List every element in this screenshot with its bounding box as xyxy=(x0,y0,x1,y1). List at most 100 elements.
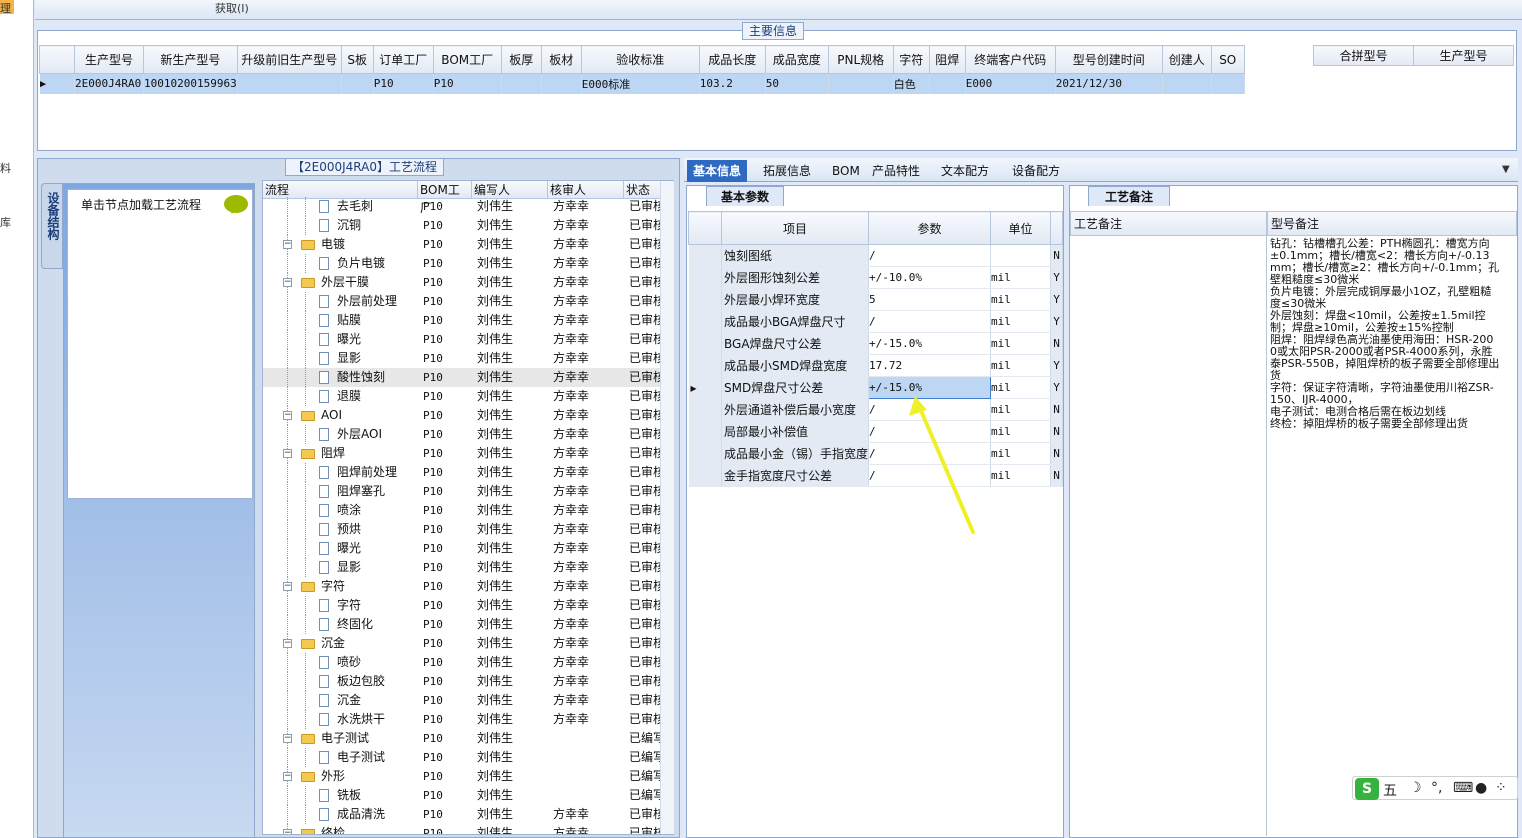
main-cell[interactable]: 2E000J4RA0 xyxy=(74,73,144,94)
tree-row[interactable]: 阻焊前处理 P10 刘伟生 方幸幸 已审核 xyxy=(263,463,663,482)
tree-row[interactable]: 外层前处理 P10 刘伟生 方幸幸 已审核 xyxy=(263,292,663,311)
left-nav-item[interactable]: 理 xyxy=(0,0,11,16)
tree-row[interactable]: 成品清洗 P10 刘伟生 方幸幸 已审核 xyxy=(263,805,663,824)
tree-col-header[interactable]: BOM工厂 xyxy=(418,181,472,215)
tree-col-header[interactable]: 流程 xyxy=(263,181,418,198)
param-row[interactable]: 成品最小金（锡）手指宽度 / mil N xyxy=(688,442,1064,465)
merge-col-header[interactable]: 合拼型号 xyxy=(1313,45,1414,66)
user-icon[interactable]: ● xyxy=(1475,780,1487,796)
main-cell[interactable] xyxy=(341,73,374,94)
notes-col-header[interactable]: 工艺备注 xyxy=(1070,211,1267,236)
merge-col-header[interactable]: 生产型号 xyxy=(1413,45,1514,66)
tree-row[interactable]: 预烘 P10 刘伟生 方幸幸 已审核 xyxy=(263,520,663,539)
tree-col-header[interactable]: 编写人 xyxy=(472,181,548,198)
collapse-icon[interactable]: − xyxy=(283,772,292,781)
main-cell[interactable] xyxy=(237,73,342,94)
tree-row[interactable]: 退膜 P10 刘伟生 方幸幸 已审核 xyxy=(263,387,663,406)
tab-text-recipe[interactable]: 文本配方 xyxy=(935,160,995,182)
param-col-header[interactable]: 单位 xyxy=(990,211,1052,245)
tab-extended-info[interactable]: 拓展信息 xyxy=(757,160,817,182)
main-col-header[interactable]: 板厚 xyxy=(500,45,542,74)
main-cell[interactable]: 2021/12/30 xyxy=(1055,73,1163,94)
collapse-icon[interactable]: − xyxy=(283,639,292,648)
param-row[interactable]: ▸ SMD焊盘尺寸公差 +/-15.0% mil Y xyxy=(688,376,1064,399)
main-col-header[interactable]: BOM工厂 xyxy=(432,45,502,74)
main-col-header[interactable]: 型号创建时间 xyxy=(1054,45,1163,74)
param-col-header[interactable]: 项目 xyxy=(720,211,870,245)
main-col-header[interactable]: 升级前旧生产型号 xyxy=(236,45,342,74)
param-row[interactable]: BGA焊盘尺寸公差 +/-15.0% mil N xyxy=(688,332,1064,355)
grid-icon[interactable]: ⁘ xyxy=(1495,780,1507,796)
main-col-header[interactable]: 终端客户代码 xyxy=(964,45,1056,74)
main-col-header[interactable]: 生产型号 xyxy=(74,45,144,74)
main-col-header[interactable]: 订单工厂 xyxy=(372,45,434,74)
tree-row[interactable]: − 外形 P10 刘伟生 已编写 xyxy=(263,767,663,786)
param-tab[interactable]: 基本参数 xyxy=(706,186,784,206)
param-row[interactable]: 成品最小SMD焊盘宽度 17.72 mil Y xyxy=(688,354,1064,377)
param-value[interactable]: +/-15.0% xyxy=(868,332,992,355)
ime-toolbar[interactable]: S 五 ☽ °, ⌨ ● ⁘ xyxy=(1352,776,1518,800)
left-nav-item[interactable]: 料 xyxy=(0,160,11,176)
notes-tab[interactable]: 工艺备注 xyxy=(1088,186,1170,206)
tree-row[interactable]: − 外层干膜 P10 刘伟生 方幸幸 已审核 xyxy=(263,273,663,292)
tree-col-header[interactable]: 核审人 xyxy=(548,181,624,198)
collapse-icon[interactable]: − xyxy=(283,829,292,834)
param-row[interactable]: 蚀刻图纸 / N xyxy=(688,244,1064,267)
tree-row[interactable]: 阻焊塞孔 P10 刘伟生 方幸幸 已审核 xyxy=(263,482,663,501)
param-value[interactable]: 5 xyxy=(868,288,992,311)
main-col-header[interactable]: S板 xyxy=(340,45,374,74)
tree-row[interactable]: − 阻焊 P10 刘伟生 方幸幸 已审核 xyxy=(263,444,663,463)
keyboard-icon[interactable]: ⌨ xyxy=(1453,780,1473,796)
main-cell[interactable] xyxy=(501,73,542,94)
tree-row[interactable]: 沉铜 P10 刘伟生 方幸幸 已审核 xyxy=(263,216,663,235)
main-cell[interactable] xyxy=(828,73,894,94)
param-value[interactable]: 17.72 xyxy=(868,354,992,377)
tree-row[interactable]: 板边包胶 P10 刘伟生 方幸幸 已审核 xyxy=(263,672,663,691)
main-col-header[interactable]: SO xyxy=(1210,45,1245,74)
main-col-header[interactable]: 成品宽度 xyxy=(764,45,829,74)
tree-row[interactable]: 显影 P10 刘伟生 方幸幸 已审核 xyxy=(263,558,663,577)
tree-row[interactable]: 铣板 P10 刘伟生 已编写 xyxy=(263,786,663,805)
model-notes-text[interactable]: 钻孔：钻槽槽孔公差：PTH椭圆孔：槽宽方向±0.1mm；槽长/槽宽<2：槽长方向… xyxy=(1270,238,1500,430)
collapse-icon[interactable]: − xyxy=(283,449,292,458)
tree-row[interactable]: − 沉金 P10 刘伟生 方幸幸 已审核 xyxy=(263,634,663,653)
toolbar-text[interactable]: 获取(I) xyxy=(215,0,249,16)
ime-logo-icon[interactable]: S xyxy=(1355,778,1379,800)
tree-row[interactable]: − 电镀 P10 刘伟生 方幸幸 已审核 xyxy=(263,235,663,254)
main-col-header[interactable]: 板材 xyxy=(540,45,582,74)
ime-mode[interactable]: 五 xyxy=(1383,780,1397,800)
param-row[interactable]: 成品最小BGA焊盘尺寸 / mil Y xyxy=(688,310,1064,333)
process-notes-cell[interactable] xyxy=(1070,236,1267,836)
tree-row[interactable]: 终固化 P10 刘伟生 方幸幸 已审核 xyxy=(263,615,663,634)
node-hint[interactable]: 单击节点加载工艺流程 xyxy=(81,196,201,213)
param-value[interactable]: +/-10.0% xyxy=(868,266,992,289)
main-cell[interactable]: 10010200159963 xyxy=(143,73,238,94)
tab-product-features[interactable]: 产品特性 xyxy=(866,160,926,182)
chevron-down-icon[interactable]: ▼ xyxy=(1502,164,1510,175)
tree-row[interactable]: 外层AOI P10 刘伟生 方幸幸 已审核 xyxy=(263,425,663,444)
tree-row[interactable]: 沉金 P10 刘伟生 方幸幸 已审核 xyxy=(263,691,663,710)
moon-icon[interactable]: ☽ xyxy=(1409,780,1422,796)
param-row[interactable]: 外层图形蚀刻公差 +/-10.0% mil Y xyxy=(688,266,1064,289)
param-value[interactable]: / xyxy=(868,244,992,267)
collapse-icon[interactable]: − xyxy=(283,582,292,591)
main-cell[interactable] xyxy=(1211,73,1245,94)
param-row[interactable]: 局部最小补偿值 / mil N xyxy=(688,420,1064,443)
tree-row[interactable]: 喷涂 P10 刘伟生 方幸幸 已审核 xyxy=(263,501,663,520)
tree-row[interactable]: 字符 P10 刘伟生 方幸幸 已审核 xyxy=(263,596,663,615)
tree-row[interactable]: − 字符 P10 刘伟生 方幸幸 已审核 xyxy=(263,577,663,596)
main-cell[interactable]: E000 xyxy=(965,73,1056,94)
tab-basic-info[interactable]: 基本信息 xyxy=(687,160,748,182)
main-col-header[interactable]: 阻焊 xyxy=(928,45,966,74)
tree-row[interactable]: − AOI P10 刘伟生 方幸幸 已审核 xyxy=(263,406,663,425)
main-col-header[interactable]: PNL规格 xyxy=(827,45,894,74)
tree-scrollbar[interactable] xyxy=(660,181,674,834)
notes-col-header[interactable]: 型号备注 xyxy=(1267,211,1517,236)
param-value[interactable]: / xyxy=(868,310,992,333)
main-cell[interactable]: P10 xyxy=(373,73,434,94)
tree-row[interactable]: 曝光 P10 刘伟生 方幸幸 已审核 xyxy=(263,330,663,349)
param-row[interactable]: 金手指宽度尺寸公差 / mil N xyxy=(688,464,1064,487)
table-row[interactable]: ▶ 2E000J4RA0 10010200159963 P10 P10 E000标准 103… xyxy=(39,73,1245,94)
param-row[interactable]: 外层通道补偿后最小宽度 / mil N xyxy=(688,398,1064,421)
main-col-header[interactable]: 创建人 xyxy=(1161,45,1212,74)
